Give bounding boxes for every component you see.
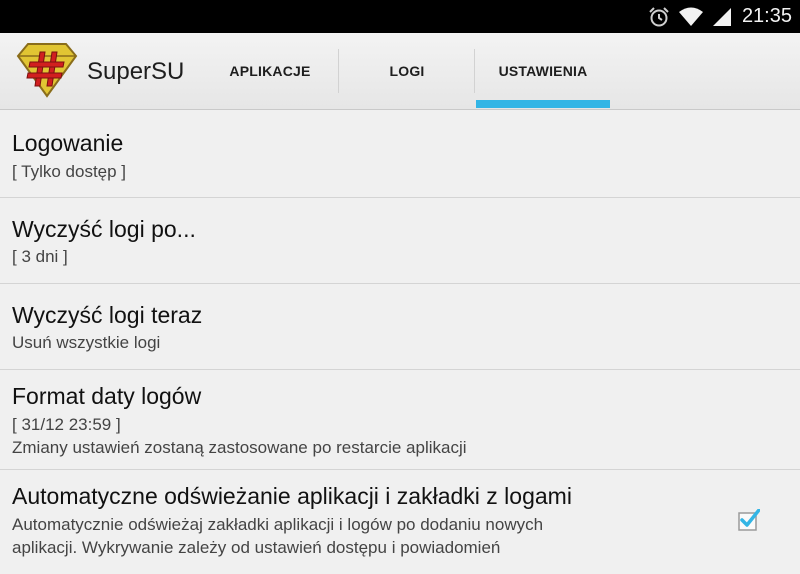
signal-icon: [712, 7, 731, 26]
tab-settings[interactable]: USTAWIENIA: [476, 33, 610, 109]
app-title: SuperSU: [87, 58, 185, 85]
pref-summary-continued: aplikacji. Wykrywanie zależy od ustawień…: [12, 538, 501, 557]
pref-auto-refresh[interactable]: Automatyczne odświeżanie aplikacji i zak…: [0, 470, 800, 574]
wifi-icon: [678, 7, 703, 26]
supersu-logo-icon[interactable]: [16, 42, 78, 98]
tab-logs-label: LOGI: [389, 63, 425, 79]
selected-tab-indicator: [476, 100, 610, 108]
pref-title: Wyczyść logi teraz: [12, 302, 203, 328]
pref-summary-note: Zmiany ustawień zostaną zastosowane po r…: [12, 438, 467, 457]
pref-summary: [ Tylko dostęp ]: [12, 162, 127, 181]
tab-divider: [338, 49, 339, 93]
tab-logs[interactable]: LOGI: [340, 33, 474, 109]
alarm-icon: [649, 6, 669, 26]
pref-title: Logowanie: [12, 130, 124, 156]
pref-log-date-format[interactable]: Format daty logów [ 31/12 23:59 ] Zmiany…: [0, 370, 800, 470]
pref-clear-logs-now[interactable]: Wyczyść logi teraz Usuń wszystkie logi: [0, 284, 800, 370]
auto-refresh-checkbox[interactable]: [738, 509, 760, 531]
pref-summary: Usuń wszystkie logi: [12, 333, 161, 352]
tab-divider: [474, 49, 475, 93]
action-bar: SuperSU APLIKACJE LOGI USTAWIENIA: [0, 33, 800, 110]
tab-settings-label: USTAWIENIA: [498, 63, 588, 79]
pref-title: Wyczyść logi po...: [12, 216, 196, 242]
pref-summary: Automatycznie odświeżaj zakładki aplikac…: [12, 515, 544, 534]
pref-title: Format daty logów: [12, 383, 202, 409]
pref-clear-logs-after[interactable]: Wyczyść logi po... [ 3 dni ]: [0, 198, 800, 284]
status-time: 21:35: [741, 5, 792, 27]
tab-apps-label: APLIKACJE: [229, 63, 311, 79]
pref-summary: [ 31/12 23:59 ]: [12, 415, 121, 434]
pref-title: Automatyczne odświeżanie aplikacji i zak…: [12, 483, 572, 509]
status-icons: 21:35: [648, 0, 792, 33]
pref-logging[interactable]: Logowanie [ Tylko dostęp ]: [0, 110, 800, 198]
status-bar: 21:35: [0, 0, 800, 33]
tab-apps[interactable]: APLIKACJE: [206, 33, 334, 109]
pref-summary: [ 3 dni ]: [12, 247, 68, 266]
